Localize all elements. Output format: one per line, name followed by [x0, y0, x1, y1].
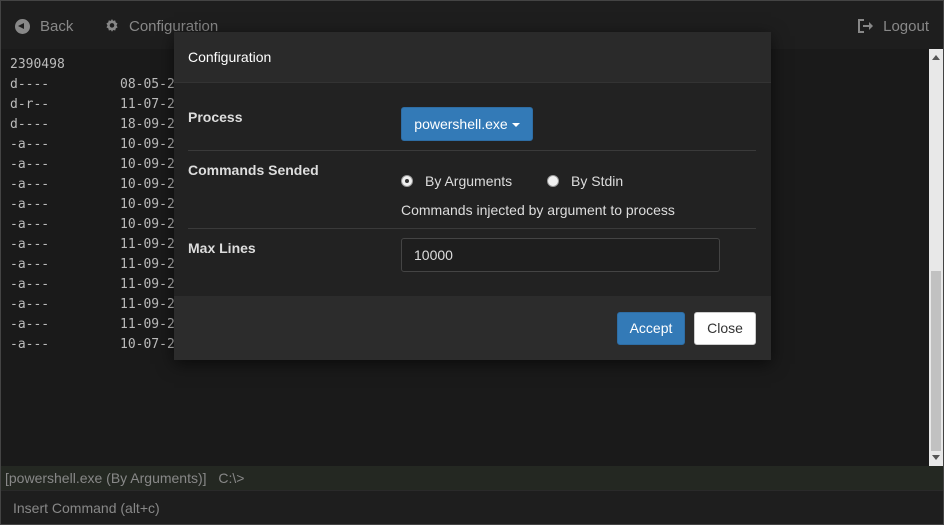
terminal-date: 10-09-2	[120, 177, 175, 192]
caret-down-icon	[511, 123, 520, 128]
gear-icon	[106, 19, 118, 32]
terminal-date: 10-09-2	[120, 197, 175, 212]
terminal-scrollbar[interactable]	[929, 49, 943, 466]
commands-label: Commands Sended	[188, 162, 319, 178]
scroll-down-icon[interactable]	[932, 455, 940, 460]
process-row: Process powershell.exe	[188, 83, 756, 151]
radio-button-checked[interactable]	[401, 175, 413, 187]
terminal-mode: -a---	[10, 137, 50, 152]
terminal-mode: -a---	[10, 177, 50, 192]
arrow-circle-left-icon	[15, 18, 30, 34]
process-label: Process	[188, 109, 243, 125]
radio-by-arguments-label: By Arguments	[425, 173, 513, 189]
current-path: C:\>	[218, 470, 245, 486]
status-bar: [powershell.exe (By Arguments)] C:\>	[1, 466, 943, 490]
logout-label: Logout	[883, 17, 929, 35]
terminal-mode: -a---	[10, 277, 50, 292]
terminal-date: 08-05-2	[120, 77, 175, 92]
terminal-mode: d----	[10, 117, 50, 132]
process-dropdown[interactable]: powershell.exe	[401, 107, 533, 141]
scroll-thumb[interactable]	[931, 271, 941, 451]
terminal-date: 11-09-2	[120, 257, 175, 272]
radio-button[interactable]	[547, 175, 559, 187]
logout-link[interactable]: Logout	[857, 16, 929, 36]
terminal-mode: -a---	[10, 197, 50, 212]
radio-by-stdin-label: By Stdin	[571, 173, 624, 189]
terminal-date: 10-09-2	[120, 217, 175, 232]
commands-help-text: Commands injected by argument to process	[401, 202, 675, 218]
terminal-mode: -a---	[10, 337, 50, 352]
terminal-mode: d----	[10, 77, 50, 92]
radio-by-arguments[interactable]: By Arguments	[401, 173, 512, 189]
terminal-mode: d-r--	[10, 97, 50, 112]
max-lines-input[interactable]	[401, 238, 720, 272]
terminal-date: 10-09-2	[120, 157, 175, 172]
command-input[interactable]	[1, 490, 943, 524]
terminal-mode: -a---	[10, 257, 50, 272]
terminal-mode: -a---	[10, 297, 50, 312]
process-dropdown-value: powershell.exe	[414, 116, 508, 132]
max-lines-label: Max Lines	[188, 240, 256, 256]
max-lines-row: Max Lines	[188, 229, 756, 289]
scroll-up-icon[interactable]	[932, 55, 940, 60]
modal-title: Configuration	[174, 32, 771, 83]
terminal-date: 10-07-2	[120, 337, 175, 352]
modal-footer: Accept Close	[174, 296, 771, 360]
terminal-date: 11-07-2	[120, 97, 175, 112]
terminal-mode: -a---	[10, 217, 50, 232]
terminal-date: 11-09-2	[120, 277, 175, 292]
terminal-mode: -a---	[10, 237, 50, 252]
accept-button[interactable]: Accept	[617, 312, 685, 345]
terminal-date: 11-09-2	[120, 237, 175, 252]
terminal-date: 11-09-2	[120, 297, 175, 312]
radio-by-stdin[interactable]: By Stdin	[547, 173, 623, 189]
configuration-modal: Configuration Process powershell.exe Com…	[174, 32, 771, 360]
terminal-mode: -a---	[10, 157, 50, 172]
terminal-mode: -a---	[10, 317, 50, 332]
terminal-date: 18-09-2	[120, 117, 175, 132]
terminal-line: 2390498	[10, 57, 65, 72]
logout-icon	[858, 19, 874, 33]
terminal-date: 11-09-2	[120, 317, 175, 332]
back-link[interactable]: Back	[15, 16, 73, 36]
commands-row: Commands Sended By Arguments By Stdin Co…	[188, 151, 756, 229]
close-button[interactable]: Close	[694, 312, 756, 345]
process-status: [powershell.exe (By Arguments)]	[5, 470, 207, 486]
back-label: Back	[40, 17, 74, 35]
terminal-date: 10-09-2	[120, 137, 175, 152]
